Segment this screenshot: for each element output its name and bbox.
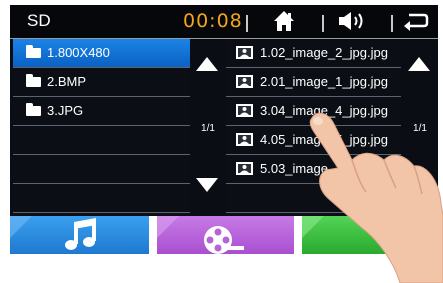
scroll-down-icon[interactable]: [408, 178, 430, 192]
file-label: 1.02_image_2_jpg.jpg: [260, 45, 388, 60]
folder-list: 1.800X480 2.BMP 3.JPG: [13, 39, 190, 216]
file-label: 5.03_image_3_jpg.jpg: [260, 161, 388, 176]
scroll-up-icon[interactable]: [196, 57, 218, 71]
file-scrollbar: 1/1: [404, 39, 436, 216]
empty-row: [13, 155, 190, 184]
empty-row: [13, 126, 190, 155]
file-list: 1.02_image_2_jpg.jpg 2.01_image_1_jpg.jp…: [226, 39, 401, 216]
clock: 00:08: [183, 10, 243, 32]
folder-icon: [26, 74, 41, 87]
file-item[interactable]: 5.03_image_3_jpg.jpg: [226, 155, 401, 184]
image-file-icon: [236, 104, 253, 117]
file-label: 4.05_image_5_jpg.jpg: [260, 132, 388, 147]
folder-icon: [26, 103, 41, 116]
file-item[interactable]: 3.04_image_4_jpg.jpg: [226, 97, 401, 126]
divider: [322, 15, 324, 32]
home-icon[interactable]: [273, 10, 295, 37]
image-file-icon: [236, 162, 253, 175]
volume-icon[interactable]: [338, 10, 368, 37]
music-note-icon: [10, 216, 96, 250]
file-label: 2.01_image_1_jpg.jpg: [260, 74, 388, 89]
media-browser: 1.800X480 2.BMP 3.JPG 1/1 1.02_image_2_j…: [10, 39, 438, 216]
file-label: 3.04_image_4_jpg.jpg: [260, 103, 388, 118]
file-page-indicator: 1/1: [413, 123, 427, 134]
file-item[interactable]: 1.02_image_2_jpg.jpg: [226, 39, 401, 68]
divider: [246, 15, 248, 32]
folder-item[interactable]: 2.BMP: [13, 68, 190, 97]
source-label[interactable]: SD: [27, 11, 51, 31]
head-unit-screen: SD 00:08 1.800X480 2.BMP 3.JPG 1/1 1.02_…: [0, 0, 443, 283]
folder-label: 2.BMP: [47, 74, 87, 89]
video-tab[interactable]: [157, 216, 294, 254]
folder-label: 3.JPG: [47, 103, 84, 118]
folder-item[interactable]: 3.JPG: [13, 97, 190, 126]
image-file-icon: [236, 46, 253, 59]
file-item[interactable]: 2.01_image_1_jpg.jpg: [226, 68, 401, 97]
back-icon[interactable]: [403, 10, 429, 37]
folder-label: 1.800X480: [47, 45, 110, 60]
scroll-down-icon[interactable]: [196, 178, 218, 192]
folder-page-indicator: 1/1: [201, 123, 215, 134]
photo-icon: [302, 216, 324, 238]
divider: [391, 15, 393, 32]
scroll-up-icon[interactable]: [408, 57, 430, 71]
folder-icon: [26, 45, 41, 58]
empty-row: [13, 184, 190, 213]
file-item[interactable]: 4.05_image_5_jpg.jpg: [226, 126, 401, 155]
photo-tab[interactable]: [302, 216, 438, 254]
film-reel-icon: [157, 216, 244, 254]
music-tab[interactable]: [10, 216, 149, 254]
image-file-icon: [236, 133, 253, 146]
image-file-icon: [236, 75, 253, 88]
folder-item[interactable]: 1.800X480: [13, 39, 190, 68]
top-bar: SD 00:08: [10, 5, 438, 40]
empty-row: [226, 184, 401, 213]
folder-scrollbar: 1/1: [192, 39, 224, 216]
